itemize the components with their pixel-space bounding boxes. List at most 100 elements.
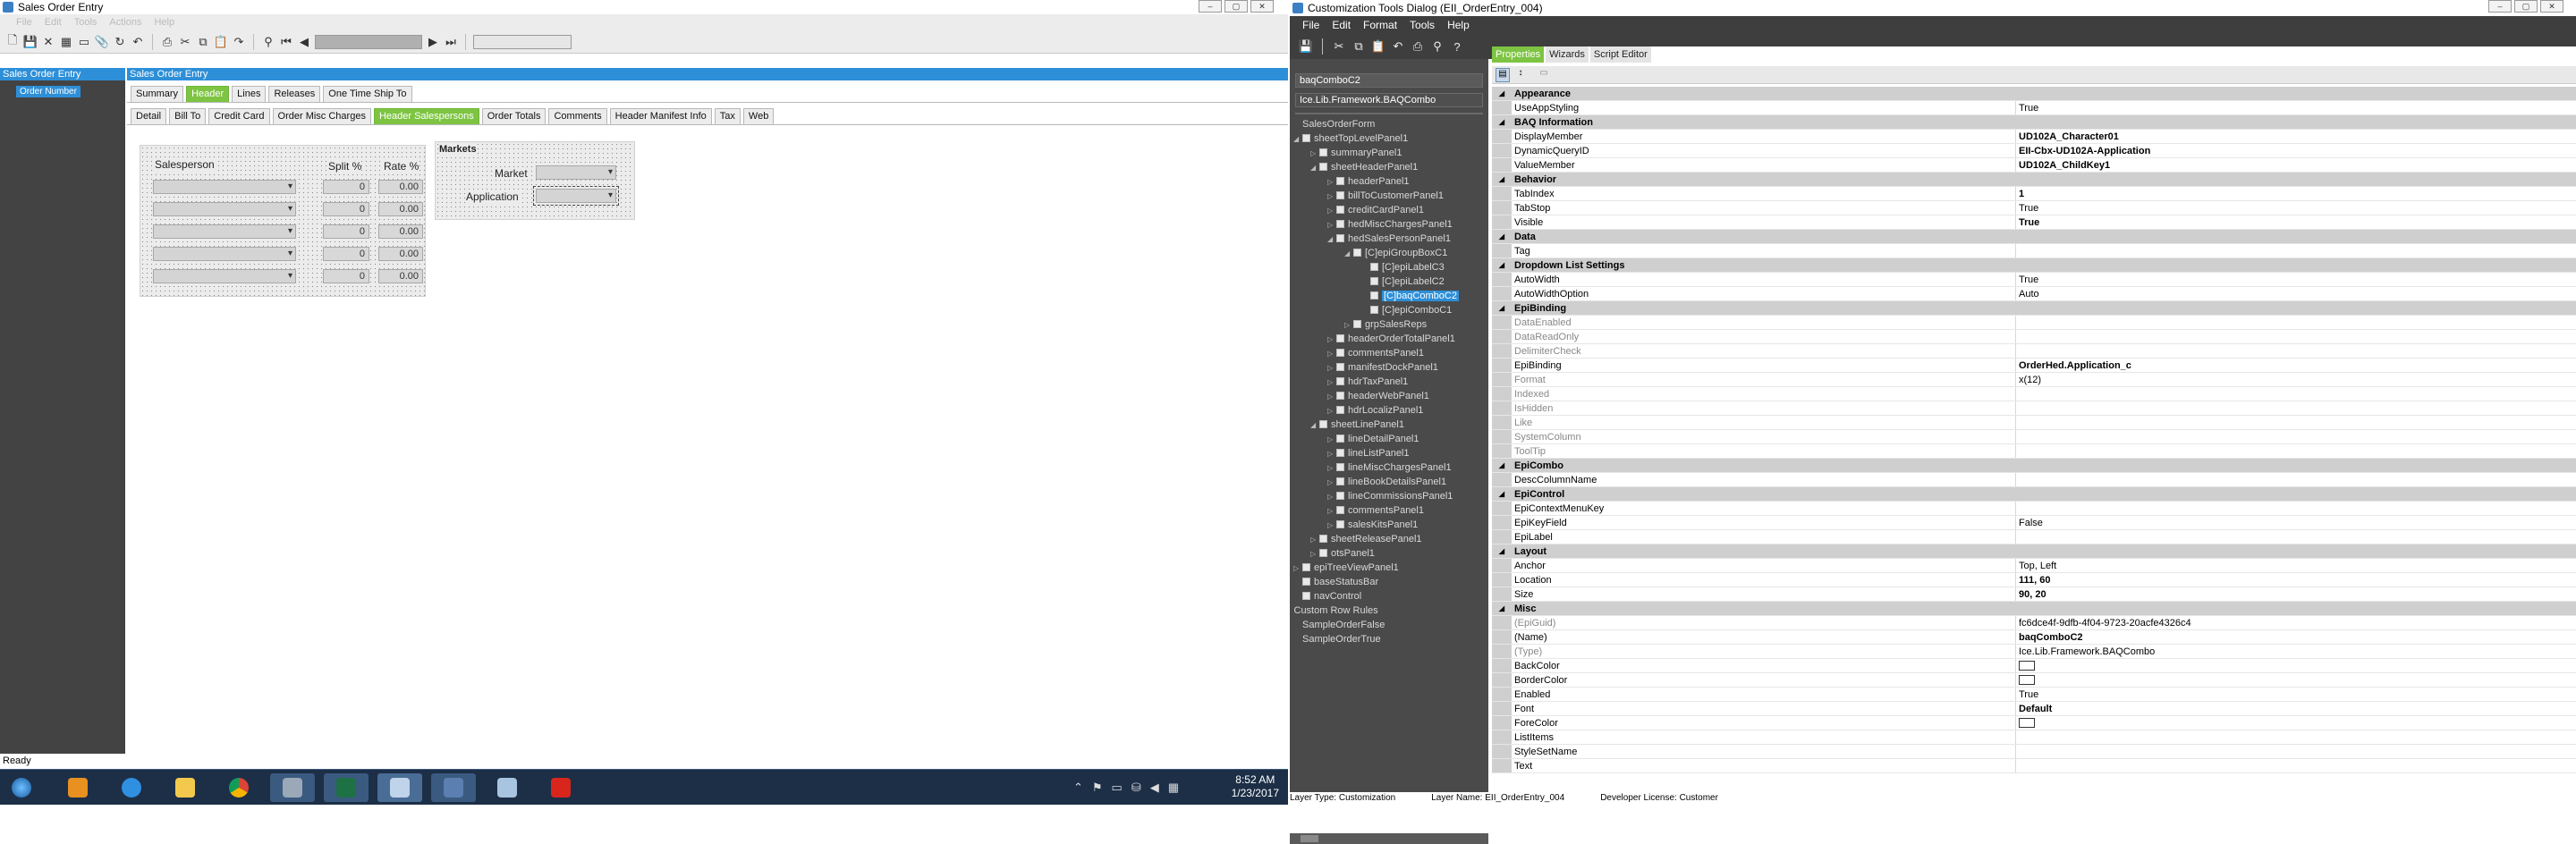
rate-field[interactable]: 0.00 (378, 202, 423, 216)
property-value[interactable] (2016, 673, 2576, 687)
property-value[interactable]: True (2016, 215, 2576, 229)
expand-icon[interactable]: ▷ (1327, 190, 1336, 203)
property-row[interactable]: BorderColor (1492, 673, 2576, 688)
save-icon[interactable]: 💾 (23, 35, 38, 49)
property-value[interactable]: UD102A_Character01 (2016, 130, 2576, 143)
tree-node[interactable]: ▷ billToCustomerPanel1 (1327, 190, 1444, 202)
chrome-icon[interactable] (216, 773, 261, 802)
windows-start-icon[interactable] (2, 773, 41, 802)
menu-tools[interactable]: Tools (1410, 19, 1435, 31)
print-icon[interactable]: ⎙ (1411, 39, 1425, 54)
collapse-icon[interactable]: ◢ (1293, 133, 1302, 146)
redo-icon[interactable]: ↷ (232, 35, 246, 49)
tree-node[interactable]: ▷ lineBookDetailsPanel1 (1327, 476, 1446, 488)
property-row[interactable]: EpiLabel (1492, 530, 2576, 544)
tree-node[interactable]: ◢ hedSalesPersonPanel1 (1327, 232, 1451, 245)
property-row[interactable]: AutoWidth True (1492, 273, 2576, 287)
property-row[interactable]: (EpiGuid) fc6dce4f-9dfb-4f04-9723-20acfe4… (1492, 616, 2576, 630)
property-category[interactable]: ◢ Data (1492, 230, 2576, 244)
expand-icon[interactable]: ▷ (1327, 462, 1336, 475)
tree-node[interactable]: ▷ lineListPanel1 (1327, 447, 1410, 460)
property-row[interactable]: ValueMember UD102A_ChildKey1 (1492, 158, 2576, 173)
expand-icon[interactable]: ▷ (1310, 548, 1319, 561)
property-category[interactable]: ◢ EpiCombo (1492, 459, 2576, 473)
collapse-icon[interactable]: ◢ (1492, 487, 1512, 501)
menu-edit[interactable]: Edit (1332, 19, 1351, 31)
expand-icon[interactable]: ▷ (1327, 333, 1336, 346)
subtab-web[interactable]: Web (742, 108, 775, 124)
tree-node[interactable]: SampleOrderFalse (1293, 619, 1385, 631)
property-row[interactable]: BackColor (1492, 659, 2576, 673)
expand-icon[interactable]: ▷ (1310, 148, 1319, 160)
file-explorer-icon[interactable] (163, 773, 208, 802)
property-row[interactable]: Enabled True (1492, 688, 2576, 702)
tree-node[interactable]: ▷ salesKitsPanel1 (1327, 519, 1418, 531)
property-value[interactable]: True (2016, 201, 2576, 215)
subtab-order-totals[interactable]: Order Totals (481, 108, 547, 124)
expand-icon[interactable]: ▷ (1327, 491, 1336, 503)
binoculars-icon[interactable]: ⚲ (261, 35, 275, 49)
tree-node[interactable]: [C]epiComboC1 (1361, 304, 1452, 316)
menu-help[interactable]: Help (154, 17, 174, 28)
clear-icon[interactable]: ▭ (77, 35, 91, 49)
property-value[interactable] (2016, 730, 2576, 744)
expand-icon[interactable]: ▷ (1327, 505, 1336, 518)
tree-node[interactable]: ▷ lineDetailPanel1 (1327, 433, 1419, 445)
property-row[interactable]: DelimiterCheck (1492, 344, 2576, 359)
split-field[interactable]: 0 (323, 224, 369, 239)
tab-summary[interactable]: Summary (131, 86, 184, 102)
expand-icon[interactable]: ▷ (1310, 534, 1319, 546)
tree-node[interactable]: ◢ sheetTopLevelPanel1 (1293, 132, 1408, 145)
tree-node[interactable]: ▷ hdrTaxPanel1 (1327, 376, 1408, 388)
tree-node[interactable]: Custom Row Rules (1285, 604, 1378, 617)
property-category[interactable]: ◢ Behavior (1492, 173, 2576, 187)
tree-node[interactable]: SalesOrderForm (1293, 118, 1375, 131)
property-row[interactable]: UseAppStyling True (1492, 101, 2576, 115)
property-value[interactable]: Default (2016, 702, 2576, 715)
property-row[interactable]: ListItems (1492, 730, 2576, 745)
expand-icon[interactable]: ▷ (1327, 176, 1336, 189)
minimize-button[interactable]: – (2488, 0, 2512, 13)
subtab-comments[interactable]: Comments (548, 108, 607, 124)
tab-script-editor[interactable]: Script Editor (1589, 46, 1651, 63)
first-record-icon[interactable]: ⏮ (279, 35, 293, 49)
property-value[interactable] (2016, 244, 2576, 257)
property-value[interactable] (2016, 401, 2576, 415)
property-value[interactable] (2016, 473, 2576, 486)
rate-field[interactable]: 0.00 (378, 224, 423, 239)
next-record-icon[interactable]: ▶ (426, 35, 440, 49)
excel-icon[interactable] (324, 773, 369, 802)
tab-properties[interactable]: Properties (1492, 46, 1545, 63)
expand-icon[interactable]: ▷ (1327, 376, 1336, 389)
order-number-button[interactable]: Order Number (16, 86, 80, 97)
property-row[interactable]: Text (1492, 759, 2576, 773)
tab-wizards[interactable]: Wizards (1546, 46, 1589, 63)
property-row[interactable]: TabStop True (1492, 201, 2576, 215)
tree-node[interactable]: navControl (1293, 590, 1361, 603)
copy-icon[interactable]: ⧉ (1352, 39, 1366, 54)
property-row[interactable]: Visible True (1492, 215, 2576, 230)
menu-format[interactable]: Format (1363, 19, 1397, 31)
property-value[interactable] (2016, 344, 2576, 358)
subtab-header-salespersons[interactable]: Header Salespersons (373, 108, 479, 124)
collapse-icon[interactable]: ◢ (1492, 544, 1512, 558)
property-value[interactable]: 90, 20 (2016, 587, 2576, 601)
property-value[interactable] (2016, 659, 2576, 672)
undo-icon[interactable]: ↶ (131, 35, 145, 49)
refresh-icon[interactable]: ↻ (113, 35, 127, 49)
app-icon[interactable] (431, 773, 476, 802)
notepad-app-icon[interactable] (485, 773, 530, 802)
color-swatch[interactable] (2019, 718, 2035, 728)
tree-node[interactable]: ▷ sheetReleasePanel1 (1310, 533, 1422, 545)
property-category[interactable]: ◢ Misc (1492, 602, 2576, 616)
expand-icon[interactable]: ▷ (1327, 348, 1336, 360)
subtab-credit-card[interactable]: Credit Card (208, 108, 270, 124)
salesperson-combo[interactable] (153, 269, 296, 283)
property-row[interactable]: EpiKeyField False (1492, 516, 2576, 530)
property-value[interactable]: Auto (2016, 287, 2576, 300)
menu-help[interactable]: Help (1447, 19, 1470, 31)
property-value[interactable] (2016, 759, 2576, 772)
tree-node[interactable]: ▷ summaryPanel1 (1310, 147, 1402, 159)
tree-node[interactable]: ◢ sheetHeaderPanel1 (1310, 161, 1418, 173)
delete-icon[interactable]: ✕ (41, 35, 55, 49)
